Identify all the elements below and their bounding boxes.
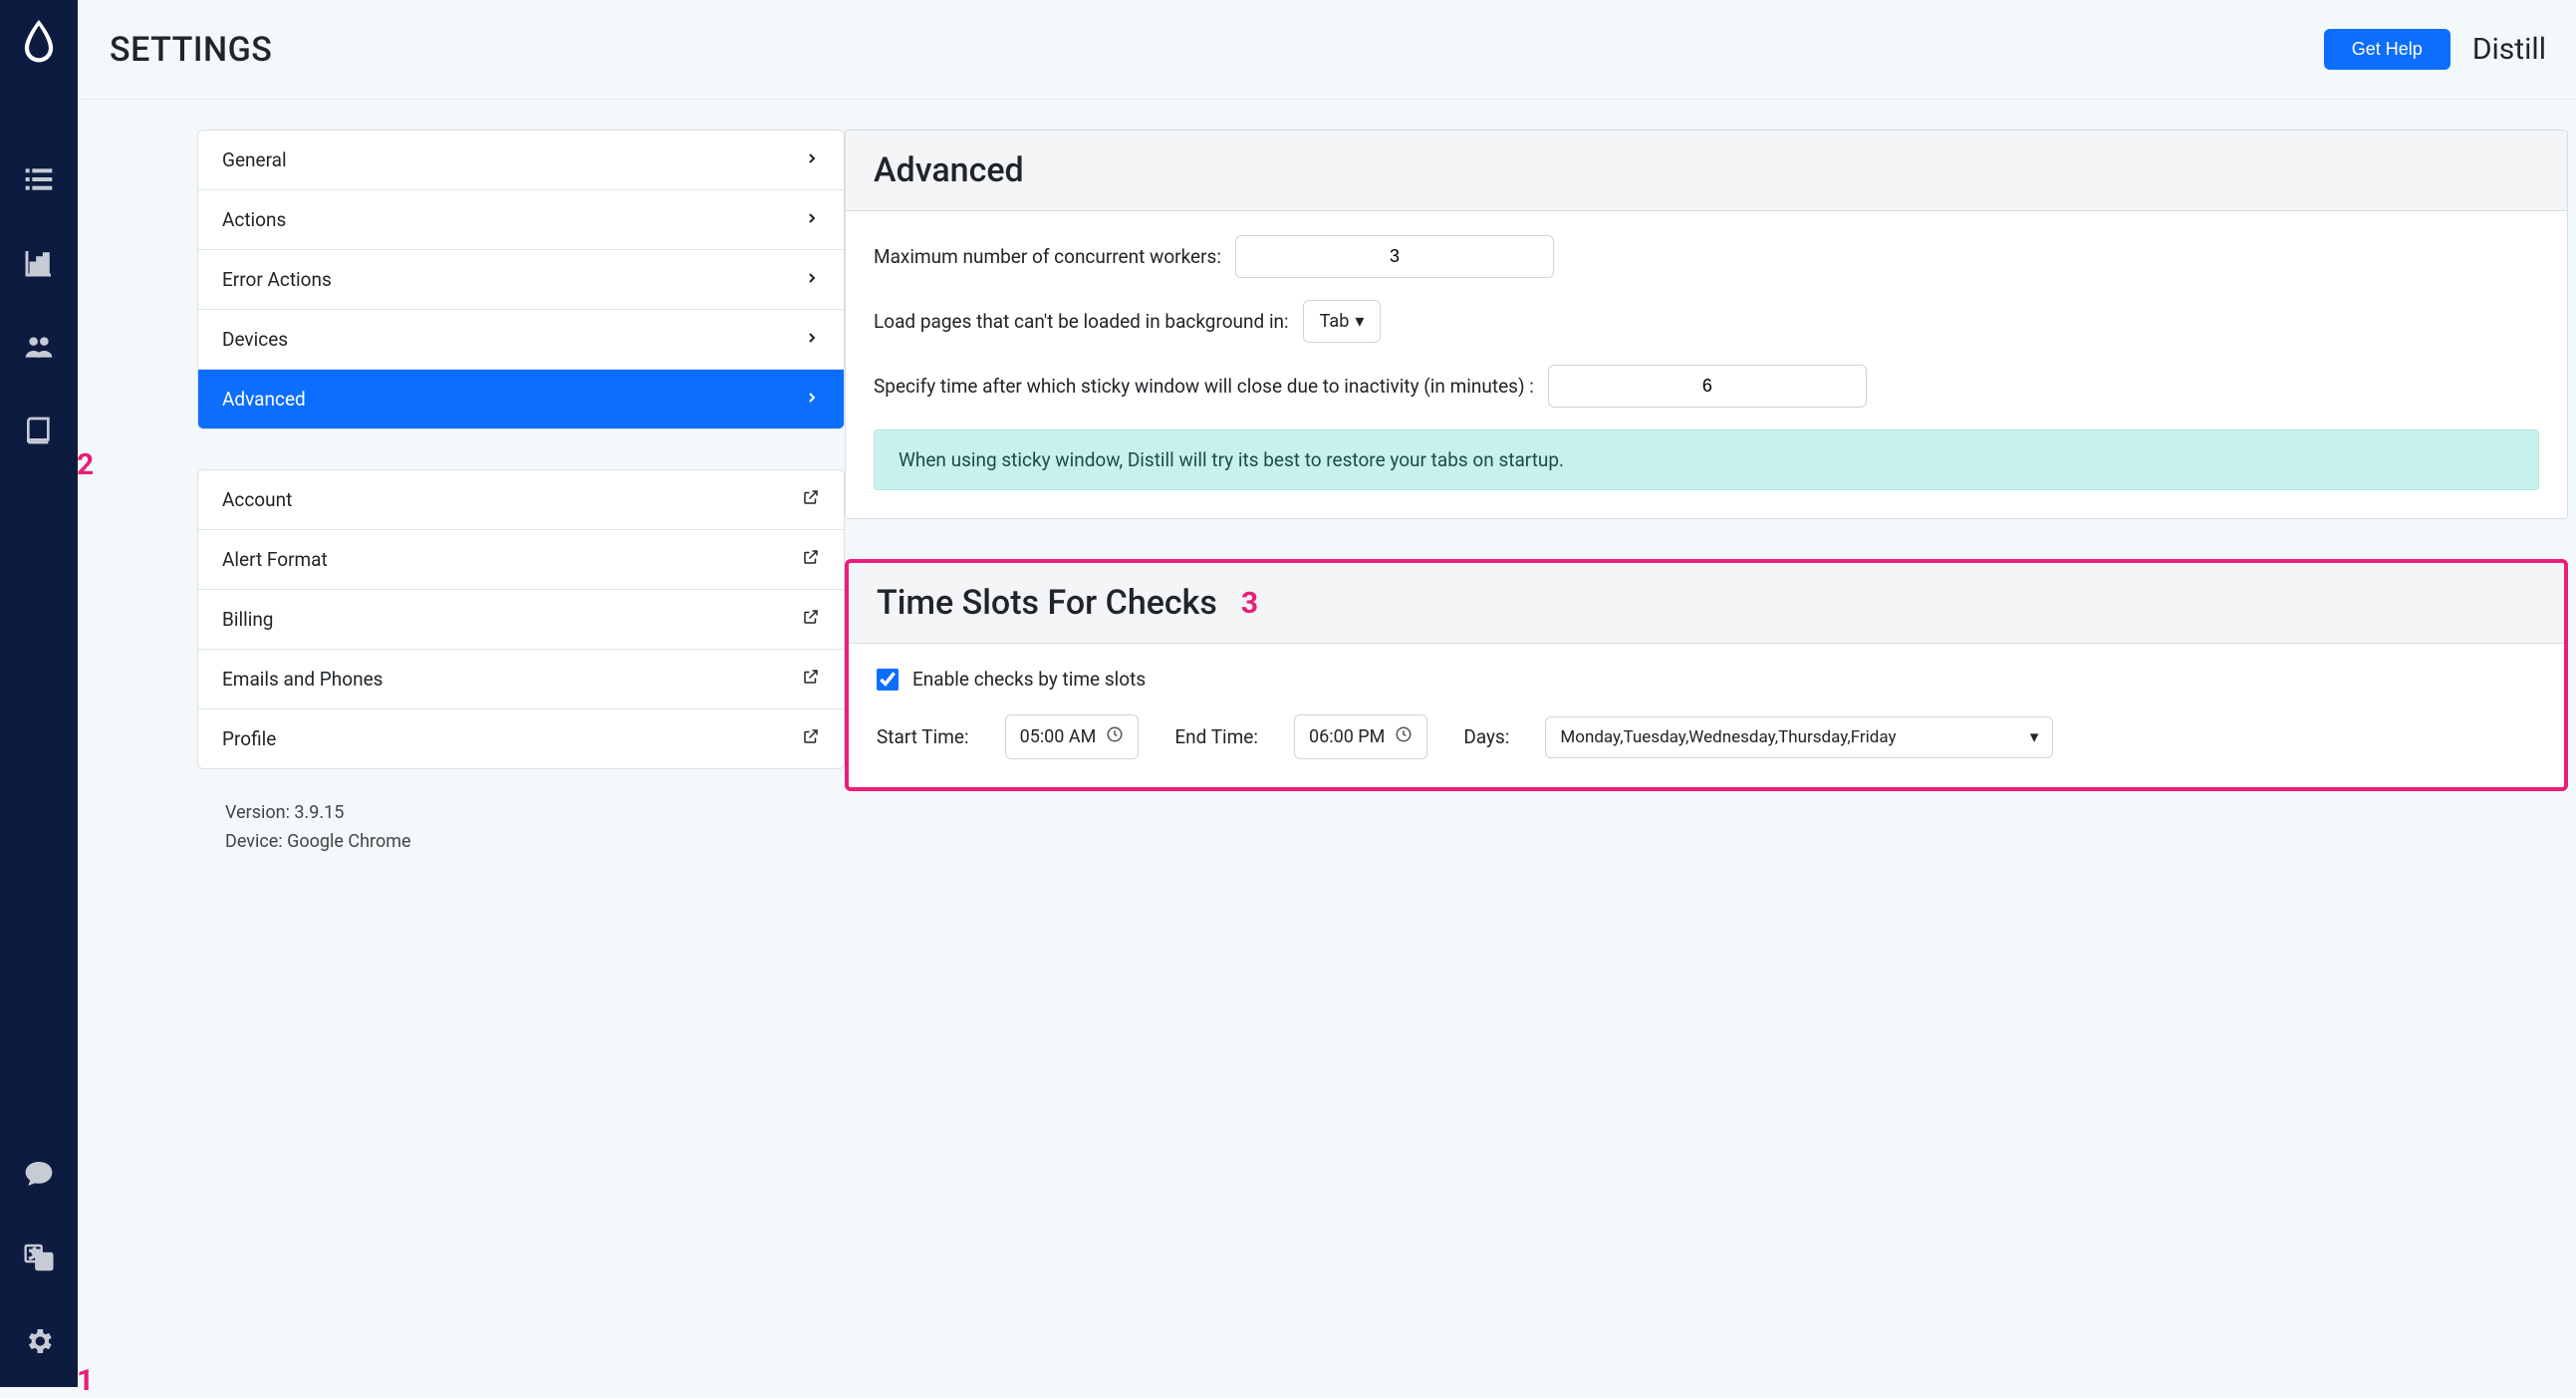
brand-label: Distill	[2472, 32, 2546, 67]
days-value: Monday,Tuesday,Wednesday,Thursday,Friday	[1560, 727, 1896, 747]
enable-timeslots-label: Enable checks by time slots	[912, 668, 1146, 691]
external-link-icon	[802, 668, 820, 691]
book-icon[interactable]	[21, 413, 57, 448]
svg-text:文: 文	[30, 1248, 41, 1260]
external-link-icon	[802, 608, 820, 631]
external-link-icon	[802, 548, 820, 571]
sidebar-item-label: Advanced	[222, 388, 306, 411]
left-iconbar: 文A	[0, 0, 78, 1387]
sidebar-item-label: Actions	[222, 208, 286, 231]
version-info: Version: 3.9.15 Device: Google Chrome	[197, 799, 845, 857]
settings-gear-icon[interactable]	[21, 1323, 57, 1359]
sidebar-item-alert-format[interactable]: Alert Format	[198, 530, 844, 590]
timeslots-panel: Time Slots For Checks 3 Enable checks by…	[845, 559, 2568, 791]
sidebar-item-advanced[interactable]: Advanced	[198, 370, 844, 428]
settings-group-1: General Actions Error Actions Devices Ad…	[197, 130, 845, 429]
users-icon[interactable]	[21, 329, 57, 365]
chevron-right-icon	[804, 328, 820, 351]
days-select[interactable]: Monday,Tuesday,Wednesday,Thursday,Friday…	[1545, 716, 2053, 758]
annotation-3: 3	[1241, 586, 1258, 621]
device-label: Device: Google Chrome	[225, 828, 845, 857]
clock-icon	[1395, 725, 1413, 748]
bar-chart-icon[interactable]	[21, 245, 57, 281]
external-link-icon	[802, 488, 820, 511]
sidebar-item-error-actions[interactable]: Error Actions	[198, 250, 844, 310]
settings-group-2: Account Alert Format Billing Emails and …	[197, 469, 845, 769]
sticky-time-label: Specify time after which sticky window w…	[874, 375, 1534, 398]
sidebar-item-account[interactable]: Account	[198, 470, 844, 530]
sidebar-item-label: Profile	[222, 727, 276, 750]
sidebar-item-label: Account	[222, 488, 292, 511]
max-workers-label: Maximum number of concurrent workers:	[874, 245, 1221, 268]
caret-down-icon: ▾	[1355, 311, 1364, 332]
sidebar-item-label: Billing	[222, 608, 273, 631]
start-time-value: 05:00 AM	[1020, 726, 1097, 747]
sidebar-item-label: Devices	[222, 328, 288, 351]
sticky-time-input[interactable]	[1548, 365, 1867, 408]
advanced-panel: Advanced Maximum number of concurrent wo…	[845, 130, 2568, 519]
load-pages-select[interactable]: Tab ▾	[1303, 300, 1382, 343]
timeslots-panel-header: Time Slots For Checks 3	[849, 563, 2564, 644]
advanced-panel-header: Advanced	[846, 131, 2567, 211]
max-workers-input[interactable]	[1235, 235, 1554, 278]
chevron-right-icon	[804, 148, 820, 171]
annotation-2: 2	[77, 447, 94, 482]
get-help-button[interactable]: Get Help	[2324, 29, 2450, 70]
sidebar-item-profile[interactable]: Profile	[198, 709, 844, 768]
sidebar-item-devices[interactable]: Devices	[198, 310, 844, 370]
chevron-right-icon	[804, 208, 820, 231]
load-pages-label: Load pages that can't be loaded in backg…	[874, 310, 1289, 333]
chat-icon[interactable]	[21, 1156, 57, 1192]
content-row: 1 2 General Actions Error Actions Device…	[78, 100, 2576, 1387]
translate-icon[interactable]: 文A	[21, 1240, 57, 1275]
load-pages-value: Tab	[1320, 311, 1350, 332]
list-icon[interactable]	[21, 161, 57, 197]
enable-timeslots-checkbox[interactable]	[877, 669, 899, 691]
end-time-value: 06:00 PM	[1309, 726, 1385, 747]
page-title: SETTINGS	[110, 30, 272, 70]
end-time-input[interactable]: 06:00 PM	[1294, 714, 1427, 759]
settings-content: Advanced Maximum number of concurrent wo…	[845, 130, 2576, 1387]
caret-down-icon: ▾	[2030, 727, 2039, 747]
sidebar-item-label: General	[222, 148, 287, 171]
sidebar-item-emails-phones[interactable]: Emails and Phones	[198, 650, 844, 709]
clock-icon	[1106, 725, 1124, 748]
version-label: Version: 3.9.15	[225, 799, 845, 828]
sidebar-item-billing[interactable]: Billing	[198, 590, 844, 650]
chevron-right-icon	[804, 268, 820, 291]
sticky-info-banner: When using sticky window, Distill will t…	[874, 429, 2539, 490]
start-time-input[interactable]: 05:00 AM	[1005, 714, 1140, 759]
settings-sidebar: 1 2 General Actions Error Actions Device…	[78, 130, 845, 1387]
sidebar-item-actions[interactable]: Actions	[198, 190, 844, 250]
days-label: Days:	[1463, 725, 1509, 748]
start-time-label: Start Time:	[877, 725, 969, 748]
annotation-1: 1	[77, 1363, 94, 1398]
topbar: SETTINGS Get Help Distill	[78, 0, 2576, 100]
sidebar-item-label: Emails and Phones	[222, 668, 383, 691]
svg-text:A: A	[41, 1256, 48, 1268]
logo-drop-icon	[22, 20, 56, 60]
sidebar-item-general[interactable]: General	[198, 131, 844, 190]
external-link-icon	[802, 727, 820, 750]
chevron-right-icon	[804, 388, 820, 411]
end-time-label: End Time:	[1174, 725, 1258, 748]
sidebar-item-label: Error Actions	[222, 268, 332, 291]
sidebar-item-label: Alert Format	[222, 548, 328, 571]
timeslots-title: Time Slots For Checks	[877, 583, 1217, 623]
main-area: SETTINGS Get Help Distill 1 2 General Ac…	[78, 0, 2576, 1387]
